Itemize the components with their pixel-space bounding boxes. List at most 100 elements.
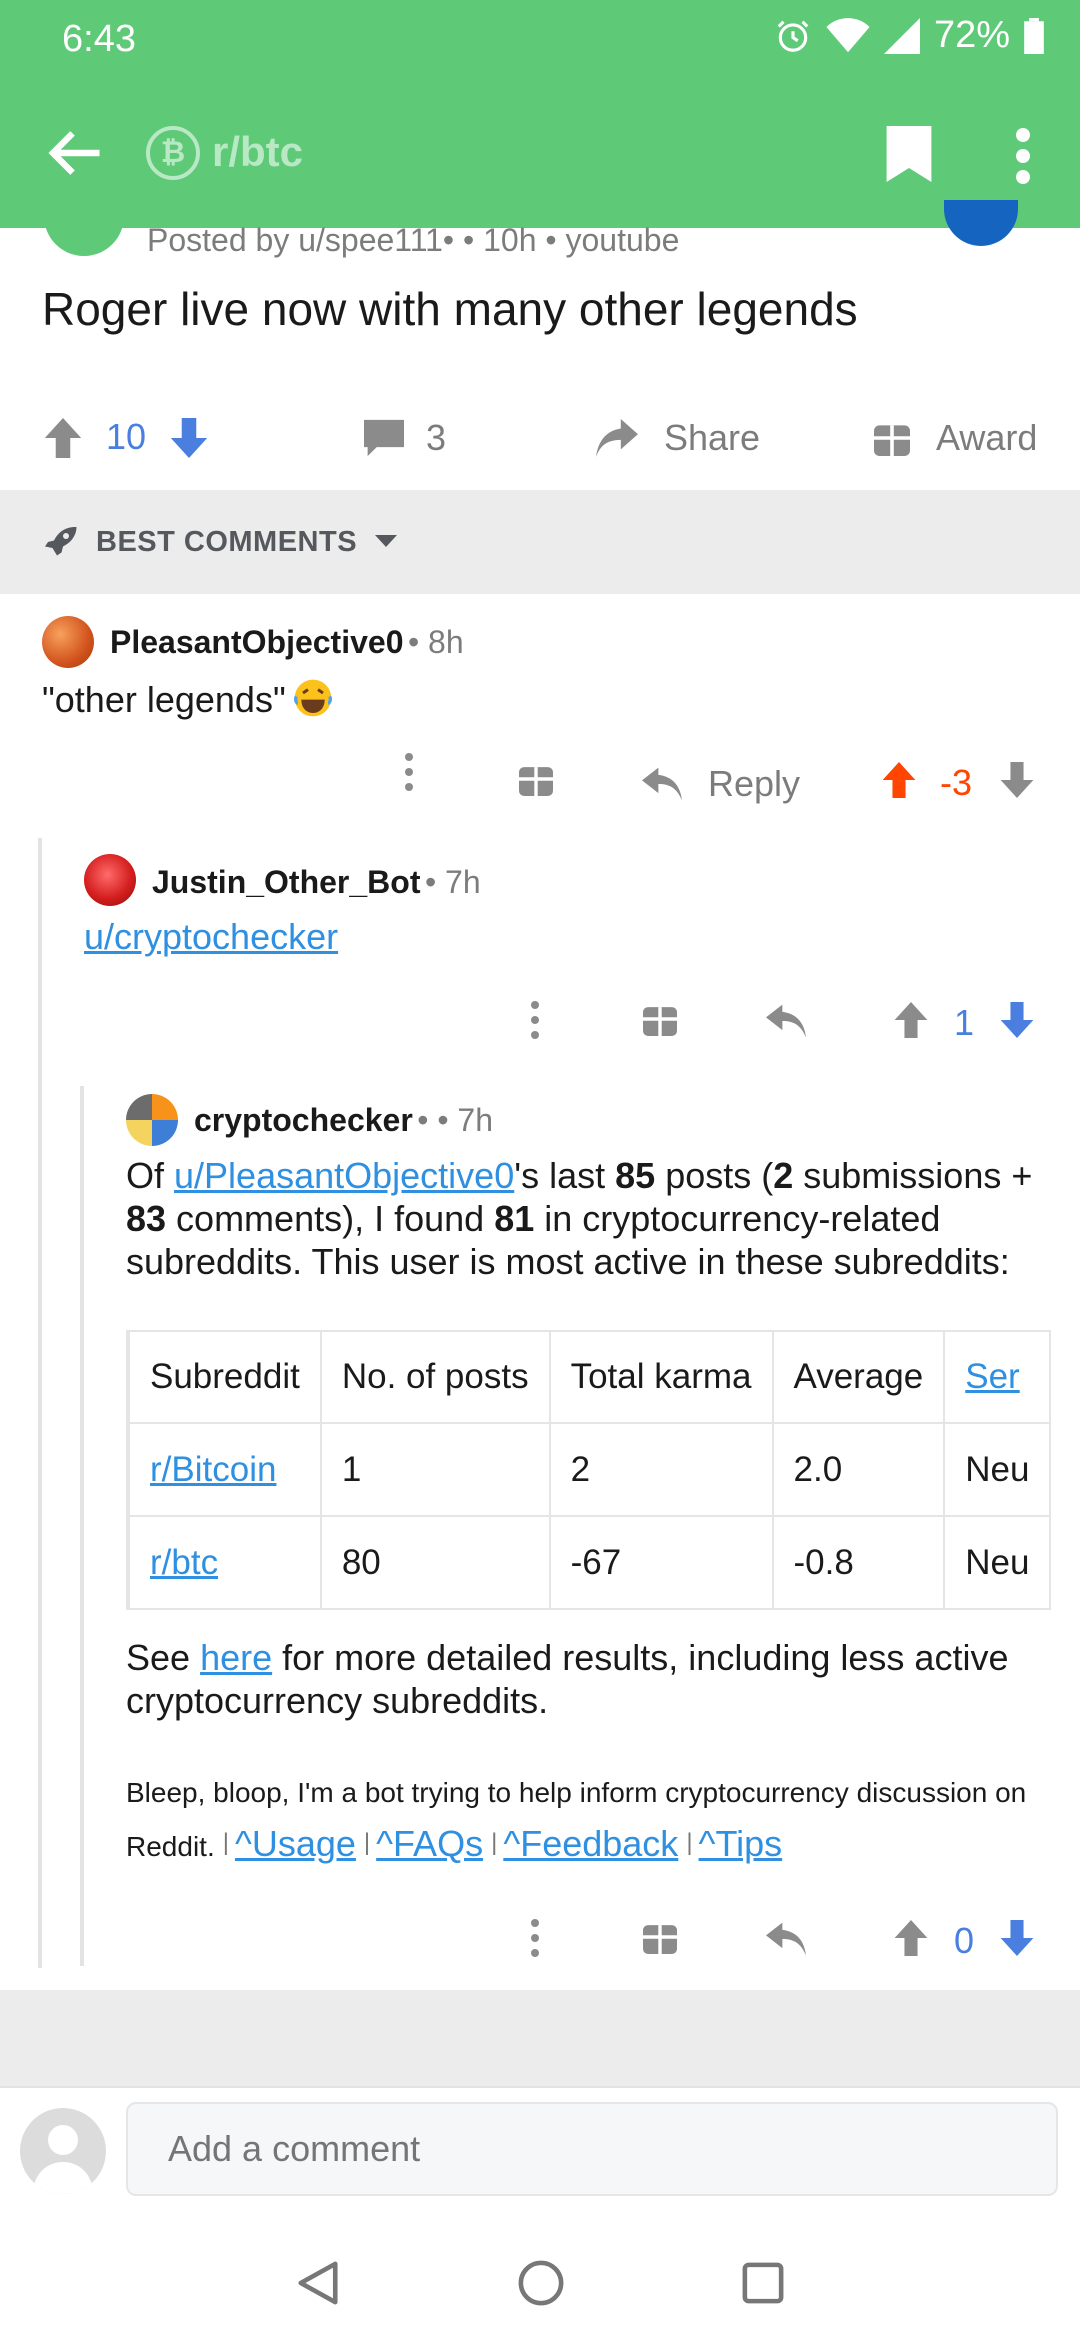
upvote-arrow-icon (882, 762, 916, 798)
comment-more-button[interactable] (522, 1000, 548, 1045)
reply-arrow-icon (642, 767, 682, 801)
body-text: Of (126, 1155, 175, 1196)
avatar[interactable] (84, 854, 136, 906)
battery-level: 72% (933, 14, 1010, 56)
comment-author[interactable]: cryptochecker (194, 1102, 413, 1138)
alarm-icon (774, 17, 812, 55)
subreddit-table[interactable]: Subreddit No. of posts Total karma Avera… (126, 1330, 1060, 1610)
more-options-button[interactable] (1008, 128, 1038, 184)
comment-header: PleasantObjective0 • 8h (110, 624, 464, 661)
table-cell: 2 (548, 1422, 774, 1517)
upvote-arrow-icon (894, 1920, 928, 1956)
thread-line[interactable] (38, 838, 42, 1968)
battery-icon (1024, 17, 1044, 54)
nav-recents-button[interactable] (742, 2262, 784, 2309)
avatar[interactable] (42, 616, 94, 668)
gift-icon (643, 1007, 677, 1036)
col-header: Total karma (548, 1330, 774, 1424)
comment-sort-button[interactable]: BEST COMMENTS (42, 524, 398, 560)
thread-line[interactable] (80, 1086, 84, 1966)
upvote-arrow-icon (894, 1002, 928, 1038)
comment-score: -3 (940, 762, 973, 803)
reply-button[interactable]: Reply (642, 756, 800, 812)
feedback-link[interactable]: ^Feedback (503, 1823, 678, 1864)
user-link[interactable]: u/PleasantObjective0 (174, 1155, 514, 1196)
results-note: See here for more detailed results, incl… (126, 1636, 1056, 1722)
user-link[interactable]: u/cryptochecker (84, 916, 338, 958)
cell-signal-icon (883, 17, 920, 54)
post-score: 10 (106, 416, 147, 457)
subreddit-name[interactable]: r/btc (212, 128, 303, 176)
table-row: r/Bitcoin 1 2 2.0 Neu (128, 1422, 1052, 1517)
more-vert-icon (1016, 128, 1030, 184)
table-cell: -67 (548, 1515, 774, 1610)
downvote-arrow-icon (1000, 1920, 1034, 1956)
wifi-icon (826, 17, 870, 54)
stats-table: Subreddit No. of posts Total karma Avera… (128, 1330, 1052, 1610)
award-button[interactable]: Award (874, 410, 1037, 466)
status-time: 6:43 (62, 18, 136, 60)
share-button[interactable]: Share (596, 410, 760, 466)
system-nav-bar (0, 2216, 1080, 2340)
downvote-arrow-icon (1000, 1002, 1034, 1038)
usage-link[interactable]: ^Usage (235, 1823, 356, 1864)
comment-downvote-button[interactable] (1000, 1002, 1034, 1043)
back-button[interactable] (44, 126, 106, 180)
back-arrow-icon (48, 131, 100, 175)
here-link[interactable]: here (200, 1637, 272, 1678)
table-row: r/btc 80 -67 -0.8 Neu (128, 1515, 1052, 1610)
gift-icon (519, 767, 553, 796)
comment-downvote-button[interactable] (1000, 1920, 1034, 1961)
comment-upvote-button[interactable] (894, 1002, 928, 1043)
comment-author[interactable]: PleasantObjective0 (110, 624, 403, 660)
comment-upvote-button[interactable] (894, 1920, 928, 1961)
comment-input[interactable] (126, 2102, 1058, 2196)
comment-score: 0 (954, 1920, 975, 1961)
avatar[interactable] (126, 1094, 178, 1146)
square-recents-icon (742, 2262, 784, 2304)
rocket-icon (45, 527, 77, 556)
comments-button[interactable]: 3 (364, 410, 446, 466)
comment-author[interactable]: Justin_Other_Bot (152, 864, 420, 900)
reply-button[interactable] (766, 1004, 806, 1043)
comment-body: Of u/PleasantObjective0's last 85 posts … (126, 1154, 1056, 1283)
subreddit-link[interactable]: r/Bitcoin (128, 1422, 322, 1517)
comment-more-button[interactable] (396, 752, 422, 808)
body-text: 's last (514, 1155, 616, 1196)
table-cell: 80 (319, 1515, 551, 1610)
bitcoin-icon[interactable]: ₿ (146, 126, 200, 180)
nav-home-button[interactable] (518, 2260, 564, 2311)
comment-downvote-button[interactable] (1000, 762, 1034, 803)
col-header-link[interactable]: Ser (943, 1330, 1052, 1424)
table-cell: -0.8 (771, 1515, 946, 1610)
post-title[interactable]: Roger live now with many other legends (42, 282, 858, 336)
comment-time: • 7h (424, 864, 481, 900)
tips-link[interactable]: ^Tips (699, 1823, 783, 1864)
post-downvote-button[interactable] (170, 410, 208, 466)
body-text: submissions + (793, 1155, 1033, 1196)
bookmark-button[interactable] (886, 126, 932, 182)
comment-upvote-button[interactable] (882, 762, 916, 803)
sort-label: BEST COMMENTS (96, 525, 358, 558)
gift-icon (874, 425, 910, 456)
comment-award-button[interactable] (642, 1002, 678, 1041)
post-upvote-button[interactable] (44, 410, 82, 466)
comment-award-button[interactable] (518, 762, 554, 818)
subreddit-link[interactable]: r/btc (128, 1515, 322, 1610)
table-cell: Neu (943, 1515, 1052, 1610)
share-arrow-icon (596, 419, 638, 457)
reply-button[interactable] (766, 1922, 806, 1961)
comment-more-button[interactable] (522, 1918, 548, 1963)
laughing-emoji-icon (293, 679, 332, 717)
comment-award-button[interactable] (642, 1920, 678, 1959)
reply-arrow-icon (766, 1922, 806, 1956)
comment-count: 83 (126, 1198, 167, 1239)
nav-back-button[interactable] (296, 2260, 340, 2311)
user-avatar[interactable] (20, 2108, 106, 2194)
post-subreddit-avatar[interactable] (44, 200, 124, 256)
table-header-row: Subreddit No. of posts Total karma Avera… (128, 1330, 1052, 1424)
downvote-arrow-icon (1000, 762, 1034, 798)
chevron-down-icon (375, 535, 398, 547)
comment-header: cryptochecker • • 7h (194, 1102, 493, 1139)
faqs-link[interactable]: ^FAQs (376, 1823, 483, 1864)
